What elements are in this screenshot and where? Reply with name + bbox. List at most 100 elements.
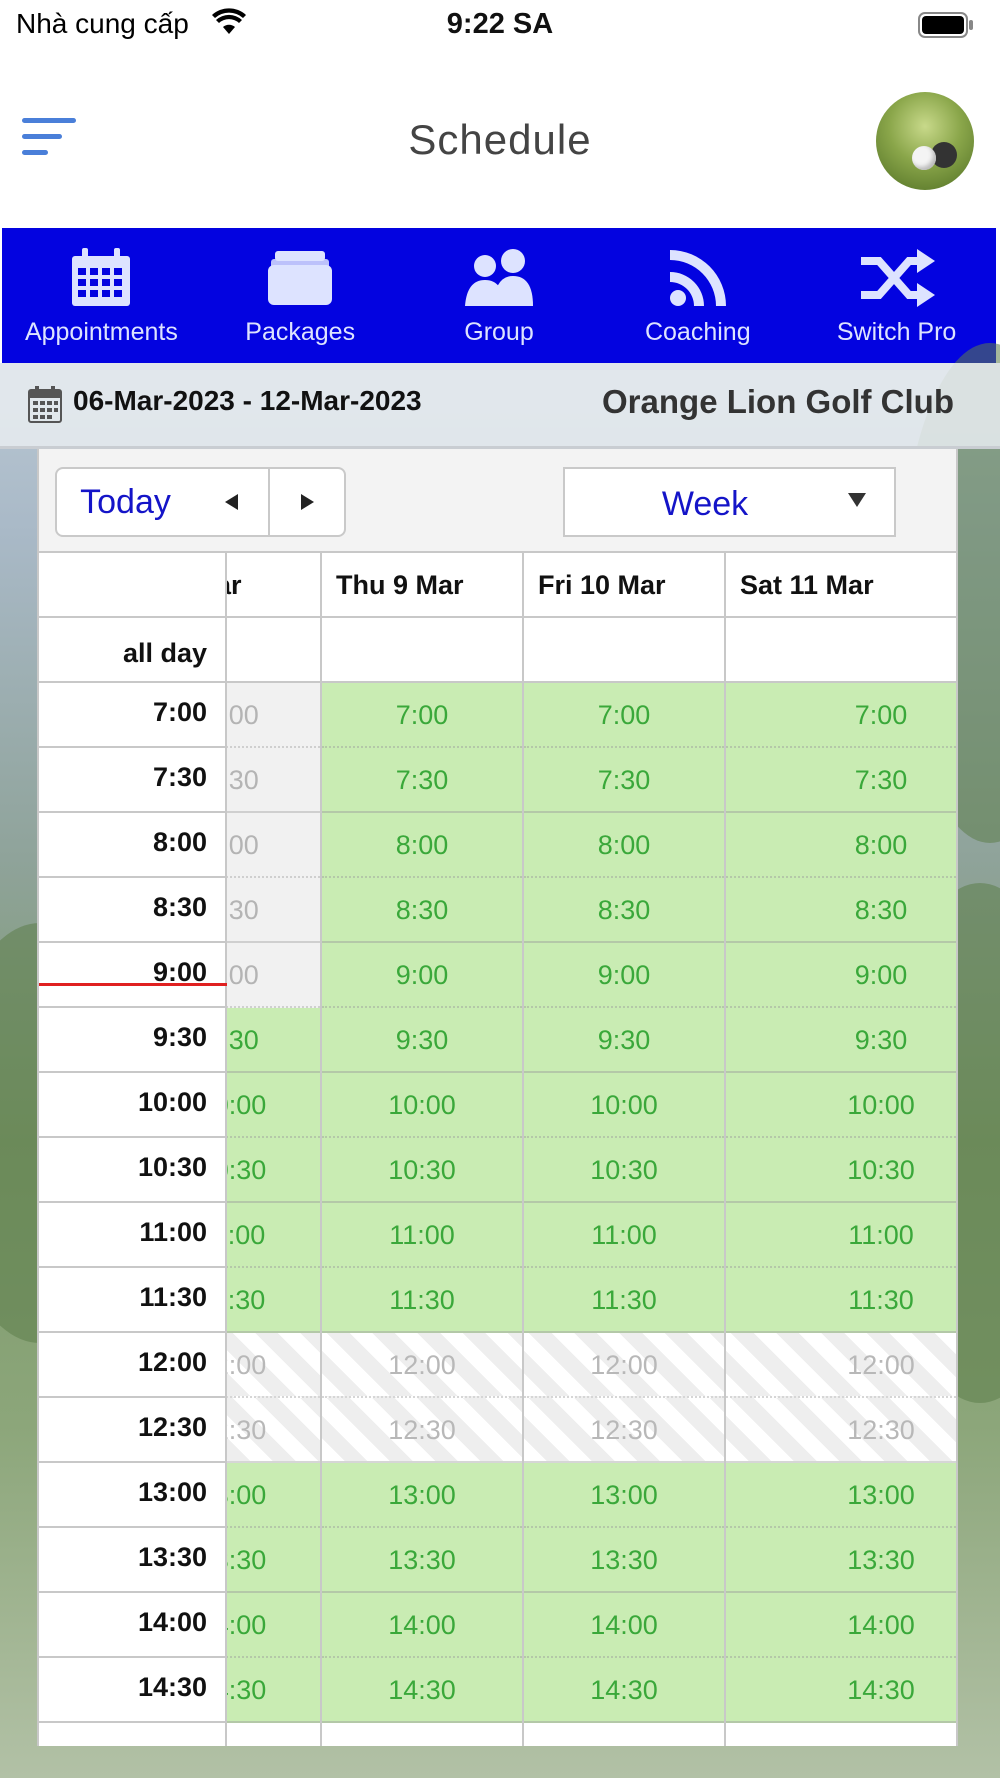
calendar-small-icon (28, 385, 62, 428)
time-slot[interactable]: 9:30 (524, 1008, 724, 1073)
time-slot[interactable]: 7:00 (726, 683, 956, 748)
time-slot[interactable]: 10:30 (322, 1138, 522, 1203)
nav-label-packages: Packages (245, 318, 356, 346)
time-slot: 12:00 (524, 1333, 724, 1398)
time-slot[interactable]: 9:00 (322, 943, 522, 1008)
nav-label-switch-pro: Switch Pro (836, 318, 957, 346)
time-slot[interactable]: 13:30 (524, 1528, 724, 1593)
status-bar: Nhà cung cấp 9:22 SA (0, 0, 1000, 52)
time-label: 7:30 (39, 748, 225, 813)
time-slot[interactable]: 9:30 (726, 1008, 956, 1073)
time-slot[interactable]: 14:00 (524, 1593, 724, 1658)
time-slot[interactable]: 10:30 (524, 1138, 724, 1203)
calendar-icon (56, 246, 146, 310)
time-slot[interactable]: 10:00 (322, 1073, 522, 1138)
time-slot[interactable]: 11:00 (322, 1203, 522, 1268)
time-slot[interactable]: 11:30 (524, 1268, 724, 1333)
nav-item-switch-pro[interactable]: Switch Pro (797, 228, 996, 363)
time-slot[interactable]: 13:00 (726, 1463, 956, 1528)
allday-cell[interactable] (726, 618, 956, 683)
time-label: 9:30 (39, 1008, 225, 1073)
day-column: Thu 9 Mar 7:00 7:30 8:00 8:30 9:00 9:30 10:00 10… (322, 553, 524, 1746)
time-axis: all day 7:00 7:30 8:00 8:30 9:00 9:30 10:00 10:… (39, 553, 227, 1746)
page-title: Schedule (408, 116, 592, 163)
date-range: 06-Mar-2023 - 12-Mar-2023 (73, 385, 422, 416)
nav-item-appointments[interactable]: Appointments (2, 228, 201, 363)
time-slot[interactable]: 14:00 (322, 1593, 522, 1658)
allday-cell[interactable] (322, 618, 522, 683)
time-slot[interactable]: 7:30 (726, 748, 956, 813)
time-slot[interactable]: 9:00 (524, 943, 724, 1008)
day-column-header[interactable]: Sat 11 Mar (726, 553, 956, 618)
time-slot[interactable]: 14:30 (322, 1658, 522, 1723)
time-slot[interactable]: 7:00 (322, 683, 522, 748)
calendar: Today Week all day 7:00 7:30 8:00 8:30 9:00 9… (37, 449, 958, 1746)
rss-icon (653, 246, 743, 310)
today-button[interactable]: Today (55, 467, 196, 537)
time-slot: 12:30 (726, 1398, 956, 1463)
time-label: 12:30 (39, 1398, 225, 1463)
time-label: 13:00 (39, 1463, 225, 1528)
nav-label-coaching: Coaching (644, 318, 751, 346)
shuffle-icon (852, 246, 942, 310)
day-column: Sat 11 Mar 7:00 7:30 8:00 8:30 9:00 9:30 10:00 1… (726, 553, 956, 1746)
next-week-button[interactable] (270, 467, 346, 537)
time-slot[interactable]: 8:30 (322, 878, 522, 943)
nav-item-coaching[interactable]: Coaching (598, 228, 797, 363)
club-name[interactable]: Orange Lion Golf Club (602, 383, 954, 421)
time-slot[interactable]: 9:30 (322, 1008, 522, 1073)
time-slot[interactable]: 13:00 (322, 1463, 522, 1528)
time-slot[interactable]: 11:00 (524, 1203, 724, 1268)
calendar-toolbar: Today Week (39, 449, 956, 553)
time-slot[interactable]: 7:30 (322, 748, 522, 813)
time-slot[interactable]: 11:00 (726, 1203, 956, 1268)
time-slot[interactable]: 8:00 (726, 813, 956, 878)
time-slot: 12:30 (322, 1398, 522, 1463)
time-label: 11:30 (39, 1268, 225, 1333)
time-slot[interactable]: 13:30 (322, 1528, 522, 1593)
time-label: 14:00 (39, 1593, 225, 1658)
time-slot[interactable]: 8:00 (524, 813, 724, 878)
allday-label: all day (39, 618, 225, 683)
time-slot[interactable]: 10:00 (726, 1073, 956, 1138)
time-label: 12:00 (39, 1333, 225, 1398)
time-slot[interactable]: 7:00 (524, 683, 724, 748)
app-header: Schedule (0, 52, 1000, 228)
time-label: 7:00 (39, 683, 225, 748)
avatar[interactable] (876, 92, 974, 190)
nav-item-group[interactable]: Group (400, 228, 599, 363)
day-column-header[interactable]: Fri 10 Mar (524, 553, 724, 618)
time-slot[interactable]: 10:30 (726, 1138, 956, 1203)
time-slot[interactable]: 9:00 (726, 943, 956, 1008)
time-label: 11:00 (39, 1203, 225, 1268)
time-slot[interactable]: 14:30 (726, 1658, 956, 1723)
schedule-grid: all day 7:00 7:30 8:00 8:30 9:00 9:30 10:00 10:… (39, 553, 956, 1746)
time-slot[interactable]: 8:00 (322, 813, 522, 878)
time-label: 9:00 (39, 943, 225, 1008)
time-slot[interactable]: 11:30 (726, 1268, 956, 1333)
chevron-down-icon (848, 493, 866, 507)
prev-week-button[interactable] (194, 467, 270, 537)
time-slot[interactable]: 14:30 (524, 1658, 724, 1723)
time-slot[interactable]: 8:30 (524, 878, 724, 943)
time-axis-header (39, 553, 225, 618)
view-select[interactable]: Week (563, 467, 896, 537)
package-icon (255, 246, 345, 310)
time-slot[interactable]: 11:30 (322, 1268, 522, 1333)
nav-label-group: Group (464, 318, 534, 346)
time-slot[interactable]: 14:00 (726, 1593, 956, 1658)
time-slot[interactable]: 13:30 (726, 1528, 956, 1593)
time-slot[interactable]: 10:00 (524, 1073, 724, 1138)
allday-cell[interactable] (524, 618, 724, 683)
status-time: 9:22 SA (446, 8, 554, 40)
time-slot[interactable]: 8:30 (726, 878, 956, 943)
arrow-right-icon (300, 494, 314, 510)
time-label: 14:30 (39, 1658, 225, 1723)
day-column-header[interactable]: Thu 9 Mar (322, 553, 522, 618)
time-label: 10:30 (39, 1138, 225, 1203)
time-slot[interactable]: 13:00 (524, 1463, 724, 1528)
time-slot[interactable]: 7:30 (524, 748, 724, 813)
nav-item-packages[interactable]: Packages (201, 228, 400, 363)
time-slot: 12:30 (524, 1398, 724, 1463)
date-bar: 06-Mar-2023 - 12-Mar-2023 Orange Lion Go… (0, 363, 1000, 449)
